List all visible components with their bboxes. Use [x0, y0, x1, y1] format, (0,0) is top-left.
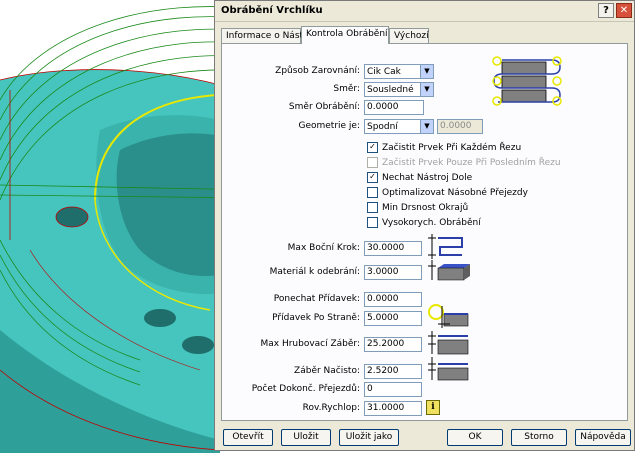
dialog-titlebar[interactable]: Obrábění Vrchlíku ? ✕: [215, 1, 634, 22]
max-bocni-input[interactable]: 30.0000: [364, 241, 422, 256]
rough-depth-icon: [426, 330, 472, 356]
zigzag-alignment-icon: [488, 54, 572, 108]
material-input[interactable]: 3.0000: [364, 265, 422, 280]
checkbox-zacistit-kazdy-rez[interactable]: ✓ Začistit Prvek Při Každém Řezu: [367, 142, 521, 155]
smer-obrabeni-input[interactable]: 0.0000: [364, 100, 424, 115]
rov-input[interactable]: 31.0000: [364, 401, 422, 416]
smer-select-value: Sousledné: [367, 85, 414, 95]
stock-block-icon: [426, 258, 472, 284]
finish-depth-icon: [426, 356, 472, 382]
checkbox-label: Začistit Prvek Pouze Při Posledním Řezu: [382, 158, 561, 168]
chevron-down-icon[interactable]: ▼: [420, 120, 433, 133]
material-label: Materiál k odebrání:: [269, 267, 360, 277]
ponechat-input[interactable]: 0.0000: [364, 292, 422, 307]
dialog-title: Obrábění Vrchlíku: [221, 5, 323, 16]
ponechat-label: Ponechat Přídavek:: [273, 294, 360, 304]
checkbox-label: Optimalizovat Násobné Přejezdy: [382, 188, 528, 198]
dialog-window: Obrábění Vrchlíku ? ✕ Informace o Nástro…: [214, 0, 635, 451]
checkbox-optimalizovat-prejezdy[interactable]: Optimalizovat Násobné Přejezdy: [367, 187, 528, 200]
info-icon[interactable]: i: [426, 400, 440, 415]
rov-label: Rov.Rychlop:: [302, 403, 360, 413]
checkbox-box: [367, 157, 378, 168]
close-button[interactable]: ✕: [616, 3, 632, 18]
zarovnani-select-value: Cik Cak: [367, 67, 401, 77]
checkbox-box[interactable]: ✓: [367, 172, 378, 183]
zarovnani-select[interactable]: Cik Cak ▼: [364, 64, 434, 79]
geometrie-select-value: Spodní: [367, 122, 398, 132]
side-allowance-icon: [426, 302, 472, 330]
chevron-down-icon[interactable]: ▼: [420, 65, 433, 78]
checkbox-vysokorych-obrabeni[interactable]: Vysokorych. Obrábění: [367, 217, 481, 230]
pocet-label: Počet Dokonč. Přejezdů:: [251, 384, 360, 394]
checkbox-nechat-nastroj-dole[interactable]: ✓ Nechat Nástroj Dole: [367, 172, 472, 185]
smer-select[interactable]: Sousledné ▼: [364, 82, 434, 97]
max-hrub-label: Max Hrubovací Záběr:: [260, 339, 360, 349]
stepover-icon: [426, 233, 468, 261]
checkbox-label: Nechat Nástroj Dole: [382, 173, 473, 183]
checkbox-box[interactable]: [367, 187, 378, 198]
geometrie-select[interactable]: Spodní ▼: [364, 119, 434, 134]
pocet-input[interactable]: 0: [364, 382, 422, 397]
checkbox-box[interactable]: ✓: [367, 142, 378, 153]
checkbox-label: Min Drsnost Okrajů: [382, 203, 469, 213]
tab-vychozi[interactable]: Výchozí: [389, 28, 429, 43]
tab-kontrola-obrabeni[interactable]: Kontrola Obrábění: [301, 26, 389, 44]
save-as-button[interactable]: Uložit jako: [339, 429, 399, 446]
zaber-nacisto-input[interactable]: 2.5200: [364, 364, 422, 379]
pridavek-strane-input[interactable]: 5.0000: [364, 311, 422, 326]
save-button[interactable]: Uložit: [281, 429, 331, 446]
smer-obrabeni-label: Směr Obrábění:: [288, 102, 360, 112]
pridavek-strane-label: Přídavek Po Straně:: [272, 313, 360, 323]
max-hrub-input[interactable]: 25.2000: [364, 337, 422, 352]
tab-informace-o-nastroji[interactable]: Informace o Nástroji: [221, 28, 317, 43]
checkbox-zacistit-posledni-rez: Začistit Prvek Pouze Při Posledním Řezu: [367, 157, 561, 170]
ok-button[interactable]: OK: [447, 429, 503, 446]
tab-page: Způsob Zarovnání: Cik Cak ▼ Směr: Sousle…: [221, 43, 628, 421]
geometrie-label: Geometrie je:: [298, 121, 360, 131]
max-bocni-label: Max Boční Krok:: [287, 243, 360, 253]
open-button[interactable]: Otevřít: [223, 429, 273, 446]
zarovnani-label: Způsob Zarovnání:: [275, 66, 360, 76]
checkbox-label: Začistit Prvek Při Každém Řezu: [382, 143, 522, 153]
help-button-bottom[interactable]: Nápověda: [575, 429, 631, 446]
checkbox-box[interactable]: [367, 202, 378, 213]
checkbox-label: Vysokorych. Obrábění: [382, 218, 481, 228]
smer-label: Směr:: [333, 84, 360, 94]
zaber-nacisto-label: Záběr Načisto:: [294, 366, 360, 376]
checkbox-box[interactable]: [367, 217, 378, 228]
geometrie-extra-input: 0.0000: [437, 119, 483, 134]
cancel-button[interactable]: Storno: [511, 429, 567, 446]
help-button[interactable]: ?: [598, 3, 614, 18]
checkbox-min-drsnost[interactable]: Min Drsnost Okrajů: [367, 202, 468, 215]
chevron-down-icon[interactable]: ▼: [420, 83, 433, 96]
